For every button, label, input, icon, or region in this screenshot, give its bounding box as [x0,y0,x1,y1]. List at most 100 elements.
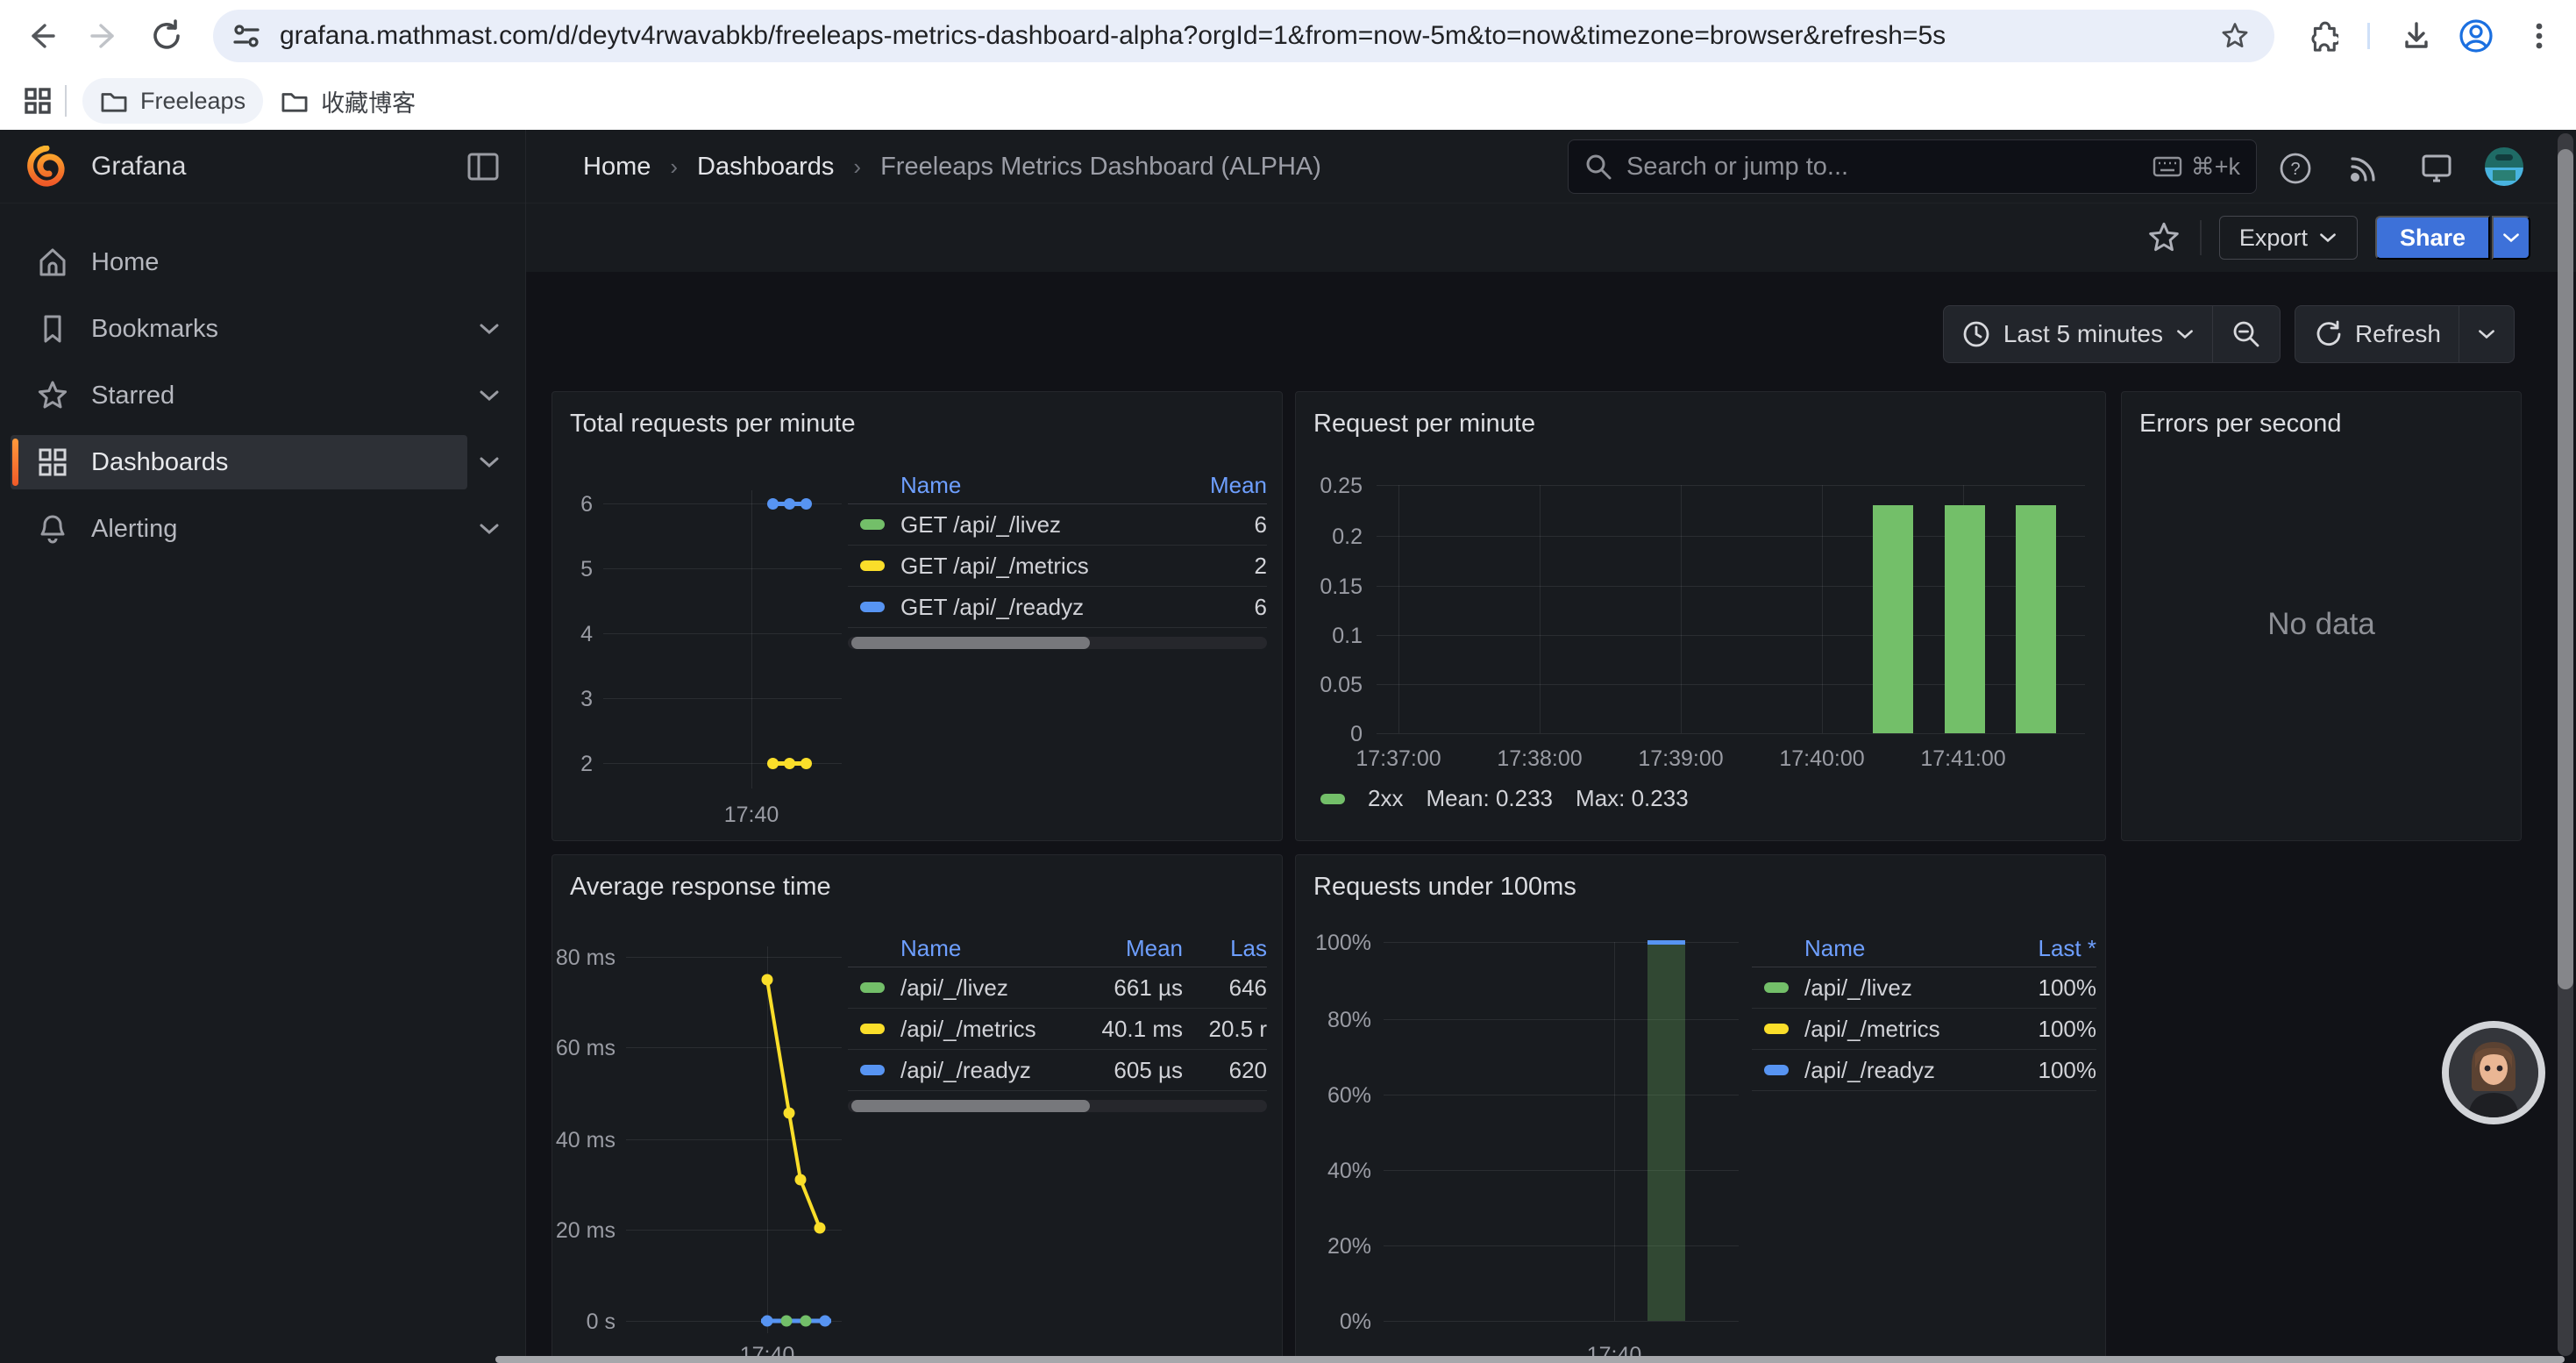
y-tick: 0.25 [1284,474,1363,499]
x-tick: 17:38:00 [1469,746,1610,772]
panel-title[interactable]: Request per minute [1313,410,1535,439]
time-range-button[interactable]: Last 5 minutes [1944,306,2212,362]
data-point [767,498,779,510]
table-row[interactable]: GET /api/_/readyz 6 [848,587,1267,628]
panel-title[interactable]: Requests under 100ms [1313,873,1576,902]
chevron-down-icon[interactable] [478,522,501,536]
legend-table: Name Mean GET /api/_/livez 6 GET /api/_/… [848,467,1267,649]
column-header-last[interactable]: Las [1183,935,1267,962]
table-row[interactable]: /api/_/livez 661 µs 646 [848,967,1267,1009]
chevron-down-icon[interactable] [478,455,501,469]
sidebar-item-home[interactable]: Home [0,235,525,289]
help-button[interactable]: ? [2276,149,2315,188]
site-settings-button[interactable] [213,20,280,52]
grafana-logo [26,146,67,188]
column-header-name[interactable]: Name [900,935,1069,962]
panel-title[interactable]: Total requests per minute [570,410,856,439]
legend-table-header: Name Mean Las [848,931,1267,967]
url-input[interactable] [280,21,2195,51]
breadcrumb-current: Freeleaps Metrics Dashboard (ALPHA) [880,153,1321,182]
no-data-message: No data [2122,607,2521,642]
page-scrollbar-thumb[interactable] [2558,149,2573,989]
panel-request-per-minute: Request per minute 0.25 0.2 0.15 0.1 0.0… [1295,391,2106,841]
downloads-button[interactable] [2392,11,2441,61]
legend-series[interactable]: 2xx [1368,785,1403,812]
y-tick: 0.05 [1284,673,1363,698]
panel-requests-under-100ms: Requests under 100ms 100% 80% 60% 40% 20… [1295,854,2106,1363]
share-menu-button[interactable] [2492,216,2530,260]
sidebar-item-dashboards[interactable]: Dashboards [0,435,525,489]
column-header-mean[interactable]: Mean [1153,472,1267,499]
user-avatar[interactable] [2485,147,2523,186]
back-arrow-icon [24,19,57,53]
table-row[interactable]: /api/_/livez 100% [1752,967,2096,1009]
extensions-button[interactable] [2297,11,2346,61]
browser-back-button[interactable] [16,11,65,61]
table-row[interactable]: GET /api/_/metrics 2 [848,546,1267,587]
sidebar-toggle-button[interactable] [466,151,501,182]
apps-button[interactable] [19,86,56,116]
favorite-dashboard-button[interactable] [2145,219,2182,256]
bookmark-folder-blogs[interactable]: 收藏博客 [263,78,433,124]
gridline [1384,1321,1739,1322]
table-row[interactable]: GET /api/_/livez 6 [848,504,1267,546]
series-color-pill [1764,1065,1789,1075]
table-scrollbar[interactable] [848,637,1267,649]
time-picker-group: Last 5 minutes [1943,305,2281,363]
series-color-pill [1764,1024,1789,1034]
table-row[interactable]: /api/_/metrics 40.1 ms 20.5 r [848,1009,1267,1050]
share-button[interactable]: Share [2375,216,2490,260]
sidebar-item-alerting[interactable]: Alerting [0,502,525,556]
browser-forward-button[interactable] [81,11,130,61]
x-tick: 17:37:00 [1328,746,1469,772]
search-input[interactable] [1626,153,2153,182]
sidebar-item-label: Dashboards [91,448,228,477]
column-header-name[interactable]: Name [900,472,1153,499]
export-button[interactable]: Export [2219,216,2358,260]
time-controls: Last 5 minutes Refresh [526,303,2576,365]
browser-reload-button[interactable] [142,11,191,61]
y-tick: 5 [526,557,593,582]
series-color-pill [860,1065,885,1075]
column-header-mean[interactable]: Mean [1069,935,1183,962]
chevron-down-icon[interactable] [478,322,501,336]
browser-toolbar [0,0,2576,72]
help-icon: ? [2278,151,2313,186]
search-box[interactable]: ⌘+k [1568,139,2257,194]
share-split-button: Share [2375,216,2530,260]
y-tick: 0.2 [1284,525,1363,550]
sidebar-item-bookmarks[interactable]: Bookmarks [0,302,525,356]
grafana-header-left: Grafana [0,130,526,203]
sidebar: Home Bookmarks Starred Dashboards Alerti… [0,203,526,1363]
table-row[interactable]: /api/_/readyz 100% [1752,1050,2096,1091]
breadcrumb-dashboards[interactable]: Dashboards [697,153,834,182]
refresh-button[interactable]: Refresh [2295,306,2459,362]
kiosk-mode-button[interactable] [2417,149,2456,188]
horizontal-scrollbar[interactable] [495,1356,2565,1363]
news-button[interactable] [2345,149,2383,188]
browser-menu-button[interactable] [2515,11,2564,61]
zoom-out-time-button[interactable] [2212,306,2280,362]
star-icon [33,376,72,415]
bell-icon [33,510,72,548]
column-header-last[interactable]: Last * [1991,935,2096,962]
table-row[interactable]: /api/_/metrics 100% [1752,1009,2096,1050]
bookmark-star-button[interactable] [2195,20,2274,52]
gridline [603,698,842,699]
panel-left-icon [466,151,501,182]
profile-button[interactable] [2451,11,2501,61]
floating-assistant-avatar[interactable] [2442,1021,2545,1124]
bookmark-folder-freeleaps[interactable]: Freeleaps [82,78,263,124]
y-tick: 0.1 [1284,624,1363,649]
table-row[interactable]: /api/_/readyz 605 µs 620 [848,1050,1267,1091]
column-header-name[interactable]: Name [1804,935,1991,962]
legend-table-header: Name Mean [848,467,1267,504]
sidebar-item-starred[interactable]: Starred [0,368,525,423]
panel-title[interactable]: Errors per second [2139,410,2342,439]
refresh-interval-button[interactable] [2459,306,2514,362]
breadcrumb-home[interactable]: Home [583,153,651,182]
table-scrollbar[interactable] [848,1100,1267,1112]
address-bar[interactable] [213,10,2274,62]
chevron-down-icon[interactable] [478,389,501,403]
sidebar-item-label: Home [91,248,159,277]
